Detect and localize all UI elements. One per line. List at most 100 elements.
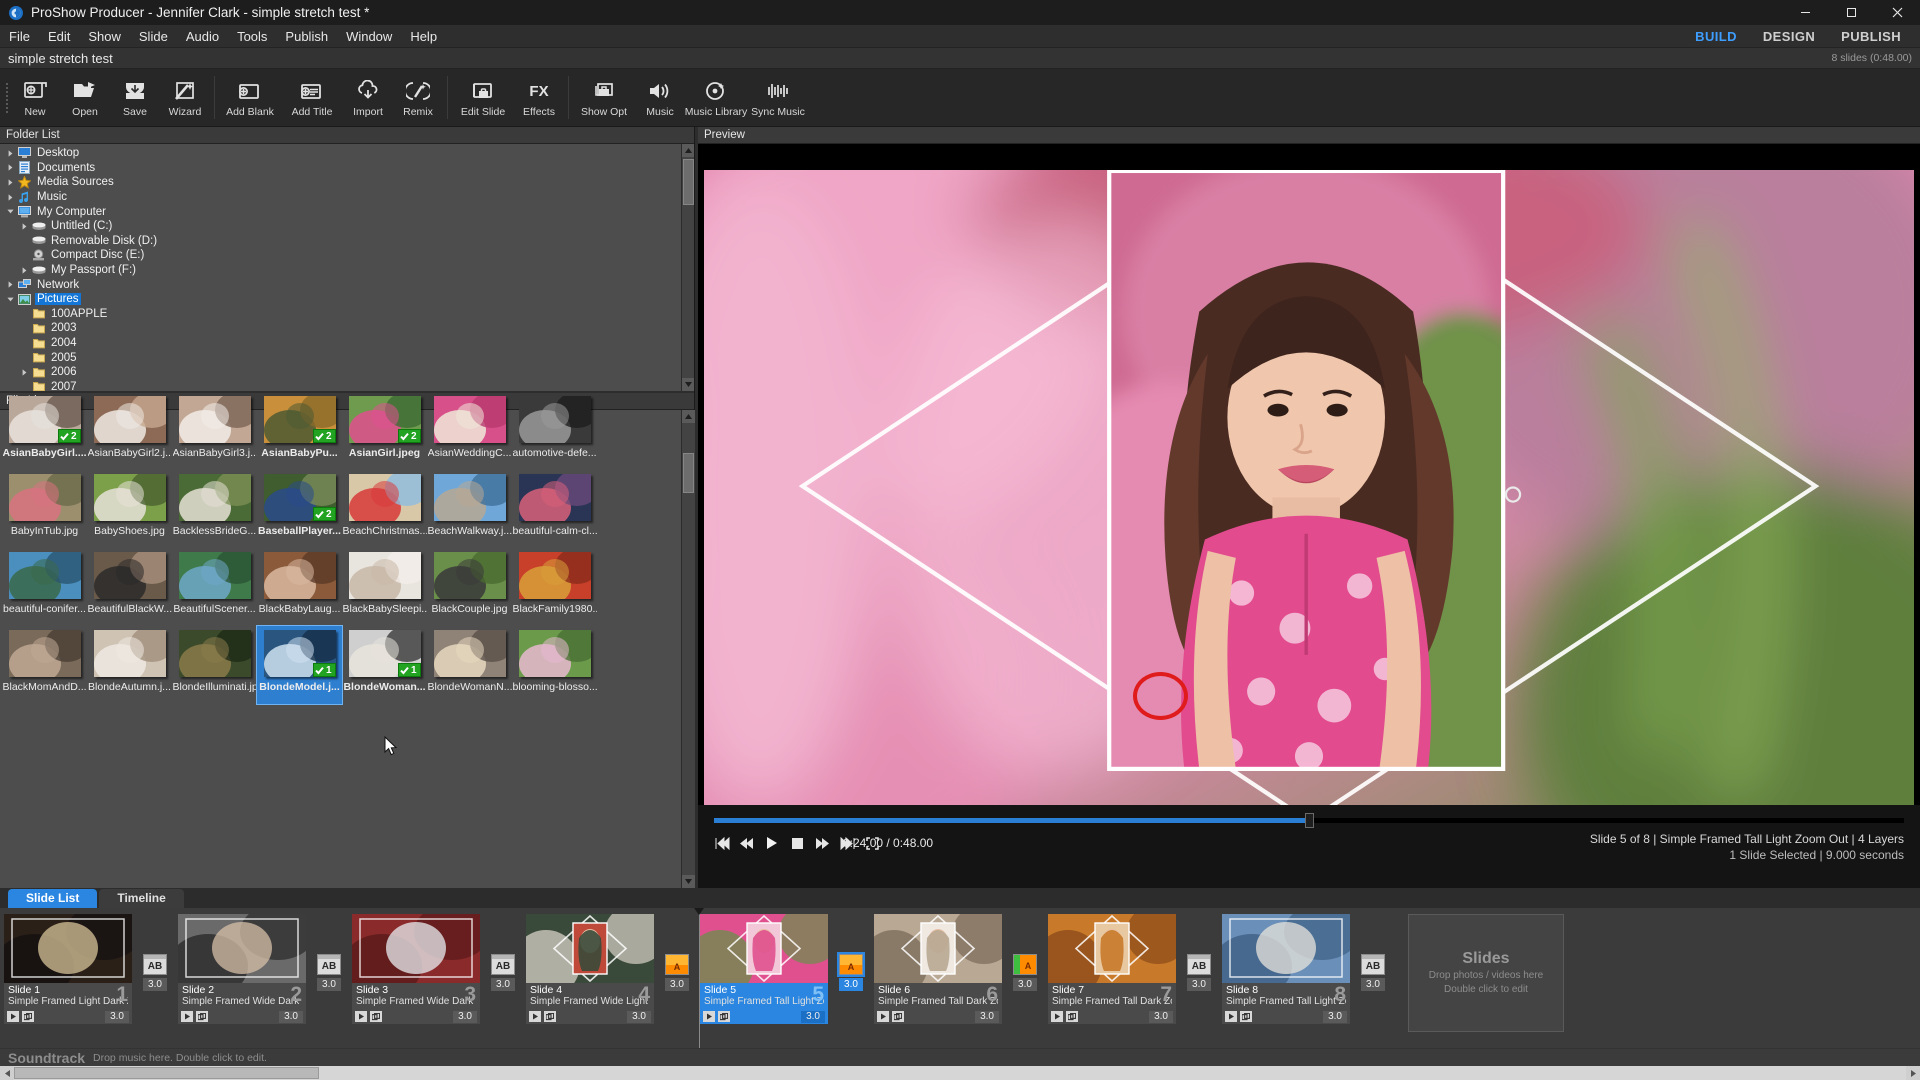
slide-layers-icon[interactable] [1240, 1011, 1252, 1022]
timeline-scrollbar[interactable] [0, 1066, 1920, 1080]
slide-play-icon[interactable] [877, 1011, 889, 1022]
slide-card[interactable]: Slide 4 Simple Framed Wide Light ... 4 3.0 [526, 914, 654, 1024]
transition-icon[interactable]: AB [491, 954, 515, 975]
slide-strip[interactable]: Slide 1Simple Framed Light Dark Z...13.0… [0, 908, 1920, 1048]
file-list-item[interactable]: BlackMomAndD... [2, 626, 87, 704]
slide-card[interactable]: Slide 1Simple Framed Light Dark Z...13.0 [4, 914, 132, 1024]
file-list-item[interactable]: BeachWalkway.j... [427, 470, 512, 548]
file-list-item[interactable]: AsianBabyGirl2.j... [87, 392, 172, 470]
stop-button[interactable] [789, 835, 805, 851]
folder-tree-row[interactable]: Untitled (C:) [0, 219, 681, 234]
file-scroll-thumb[interactable] [682, 453, 694, 493]
play-button[interactable] [764, 835, 780, 851]
file-list-item[interactable]: BeautifulBlackW... [87, 548, 172, 626]
file-scroll-track[interactable] [681, 423, 695, 875]
soundtrack-bar[interactable]: Soundtrack Drop music here. Double click… [0, 1048, 1920, 1066]
slide-layers-icon[interactable] [196, 1011, 208, 1022]
scroll-right-icon[interactable] [1906, 1066, 1920, 1080]
file-list-item[interactable]: BlackFamily1980... [512, 548, 597, 626]
scroll-down-icon[interactable] [681, 378, 694, 391]
slide-layers-icon[interactable] [370, 1011, 382, 1022]
tree-toggle-expanded[interactable] [4, 297, 17, 302]
scroll-down-icon[interactable] [681, 875, 695, 888]
folder-tree-row[interactable]: Network [0, 277, 681, 292]
file-list-item[interactable]: BacklessBrideG... [172, 470, 257, 548]
transition-icon[interactable]: AB [1361, 954, 1385, 975]
slide-play-icon[interactable] [7, 1011, 19, 1022]
preview-canvas[interactable] [704, 170, 1914, 805]
transition-icon[interactable]: AB [143, 954, 167, 975]
file-list-item[interactable]: BabyShoes.jpg [87, 470, 172, 548]
music-library-button[interactable]: Music Library [685, 69, 747, 126]
scroll-up-icon[interactable] [681, 144, 694, 157]
slide-play-icon[interactable] [703, 1011, 715, 1022]
rewind-button[interactable] [739, 835, 755, 851]
tab-publish[interactable]: PUBLISH [1828, 25, 1914, 48]
transition-icon[interactable]: AB [1187, 954, 1211, 975]
import-button[interactable]: Import [343, 69, 393, 126]
transition-icon[interactable]: A [837, 952, 865, 977]
close-icon[interactable] [1874, 0, 1920, 25]
folder-tree-row[interactable]: 2006 [0, 365, 681, 380]
tree-toggle-collapsed[interactable] [4, 164, 17, 171]
music-button[interactable]: Music [635, 69, 685, 126]
folder-tree-row[interactable]: Removable Disk (D:) [0, 234, 681, 249]
effects-button[interactable]: FX Effects [514, 69, 564, 126]
preview-progress-bar[interactable] [714, 813, 1904, 828]
slide-card[interactable]: Slide 2 Simple Framed Wide Dark ... 2 3.0 [178, 914, 306, 1024]
file-list-item[interactable]: BlondeWomanN... [427, 626, 512, 704]
slide-card[interactable]: Slide 5 Simple Framed Tall Light Zo... 5 3.… [700, 914, 828, 1024]
show-options-button[interactable]: Show Opt [573, 69, 635, 126]
menu-slide[interactable]: Slide [130, 25, 177, 48]
file-list-item[interactable]: 1 BlondeModel.j... [256, 625, 343, 705]
menu-show[interactable]: Show [79, 25, 130, 48]
folder-scroll-track[interactable] [681, 157, 694, 378]
slide-card[interactable]: Slide 3 Simple Framed Wide Dark ... 3 3.0 [352, 914, 480, 1024]
folder-tree-row[interactable]: Compact Disc (E:) [0, 248, 681, 263]
slide-layers-icon[interactable] [544, 1011, 556, 1022]
menu-tools[interactable]: Tools [228, 25, 276, 48]
folder-tree-row[interactable]: My Passport (F:) [0, 263, 681, 278]
folder-tree-row[interactable]: 2007 [0, 380, 681, 391]
slide-layers-icon[interactable] [1066, 1011, 1078, 1022]
maximize-icon[interactable] [1828, 0, 1874, 25]
slide-play-icon[interactable] [529, 1011, 541, 1022]
new-button[interactable]: New [10, 69, 60, 126]
file-list-item[interactable]: 2 AsianBabyPu... [257, 392, 342, 470]
file-list-item[interactable]: 2 AsianBabyGirl.... [2, 392, 87, 470]
file-list-item[interactable]: BlackBabySleepi... [342, 548, 427, 626]
file-list-item[interactable]: beautiful-calm-cl... [512, 470, 597, 548]
folder-tree-row[interactable]: Music [0, 190, 681, 205]
folder-tree-row[interactable]: Pictures [0, 292, 681, 307]
file-list-item[interactable]: 1 BlondeWoman... [342, 626, 427, 704]
file-list-item[interactable]: AsianBabyGirl3.j... [172, 392, 257, 470]
tab-timeline[interactable]: Timeline [99, 889, 184, 908]
file-list-item[interactable]: blooming-blosso... [512, 626, 597, 704]
folder-scroll-thumb[interactable] [682, 159, 694, 205]
menu-help[interactable]: Help [401, 25, 446, 48]
file-grid[interactable]: 2 AsianBabyGirl.... AsianBabyGirl2.j... Asi… [0, 392, 681, 888]
slide-layers-icon[interactable] [718, 1011, 730, 1022]
file-list-scrollbar[interactable] [681, 410, 695, 888]
file-list-item[interactable]: automotive-defe... [512, 392, 597, 470]
slide-play-icon[interactable] [181, 1011, 193, 1022]
remix-button[interactable]: Remix [393, 69, 443, 126]
slide-layers-icon[interactable] [892, 1011, 904, 1022]
file-list-item[interactable]: BeachChristmas... [342, 470, 427, 548]
fast-forward-button[interactable] [814, 835, 830, 851]
tab-build[interactable]: BUILD [1682, 25, 1750, 48]
timeline-scroll-thumb[interactable] [14, 1067, 319, 1079]
tab-slide-list[interactable]: Slide List [8, 889, 98, 908]
tree-toggle-collapsed[interactable] [4, 150, 17, 157]
folder-tree-row[interactable]: Media Sources [0, 175, 681, 190]
file-list-item[interactable]: BabyInTub.jpg [2, 470, 87, 548]
folder-tree-row[interactable]: 2003 [0, 321, 681, 336]
file-list-item[interactable]: BlondeAutumn.j... [87, 626, 172, 704]
folder-tree-row[interactable]: Documents [0, 161, 681, 176]
save-button[interactable]: Save [110, 69, 160, 126]
transition-icon[interactable]: A [665, 954, 689, 975]
tree-toggle-collapsed[interactable] [18, 369, 31, 376]
folder-tree[interactable]: Desktop Documents Media Sources Music My Com… [0, 144, 681, 391]
file-list-item[interactable]: BlackCouple.jpg [427, 548, 512, 626]
tree-toggle-expanded[interactable] [4, 209, 17, 214]
